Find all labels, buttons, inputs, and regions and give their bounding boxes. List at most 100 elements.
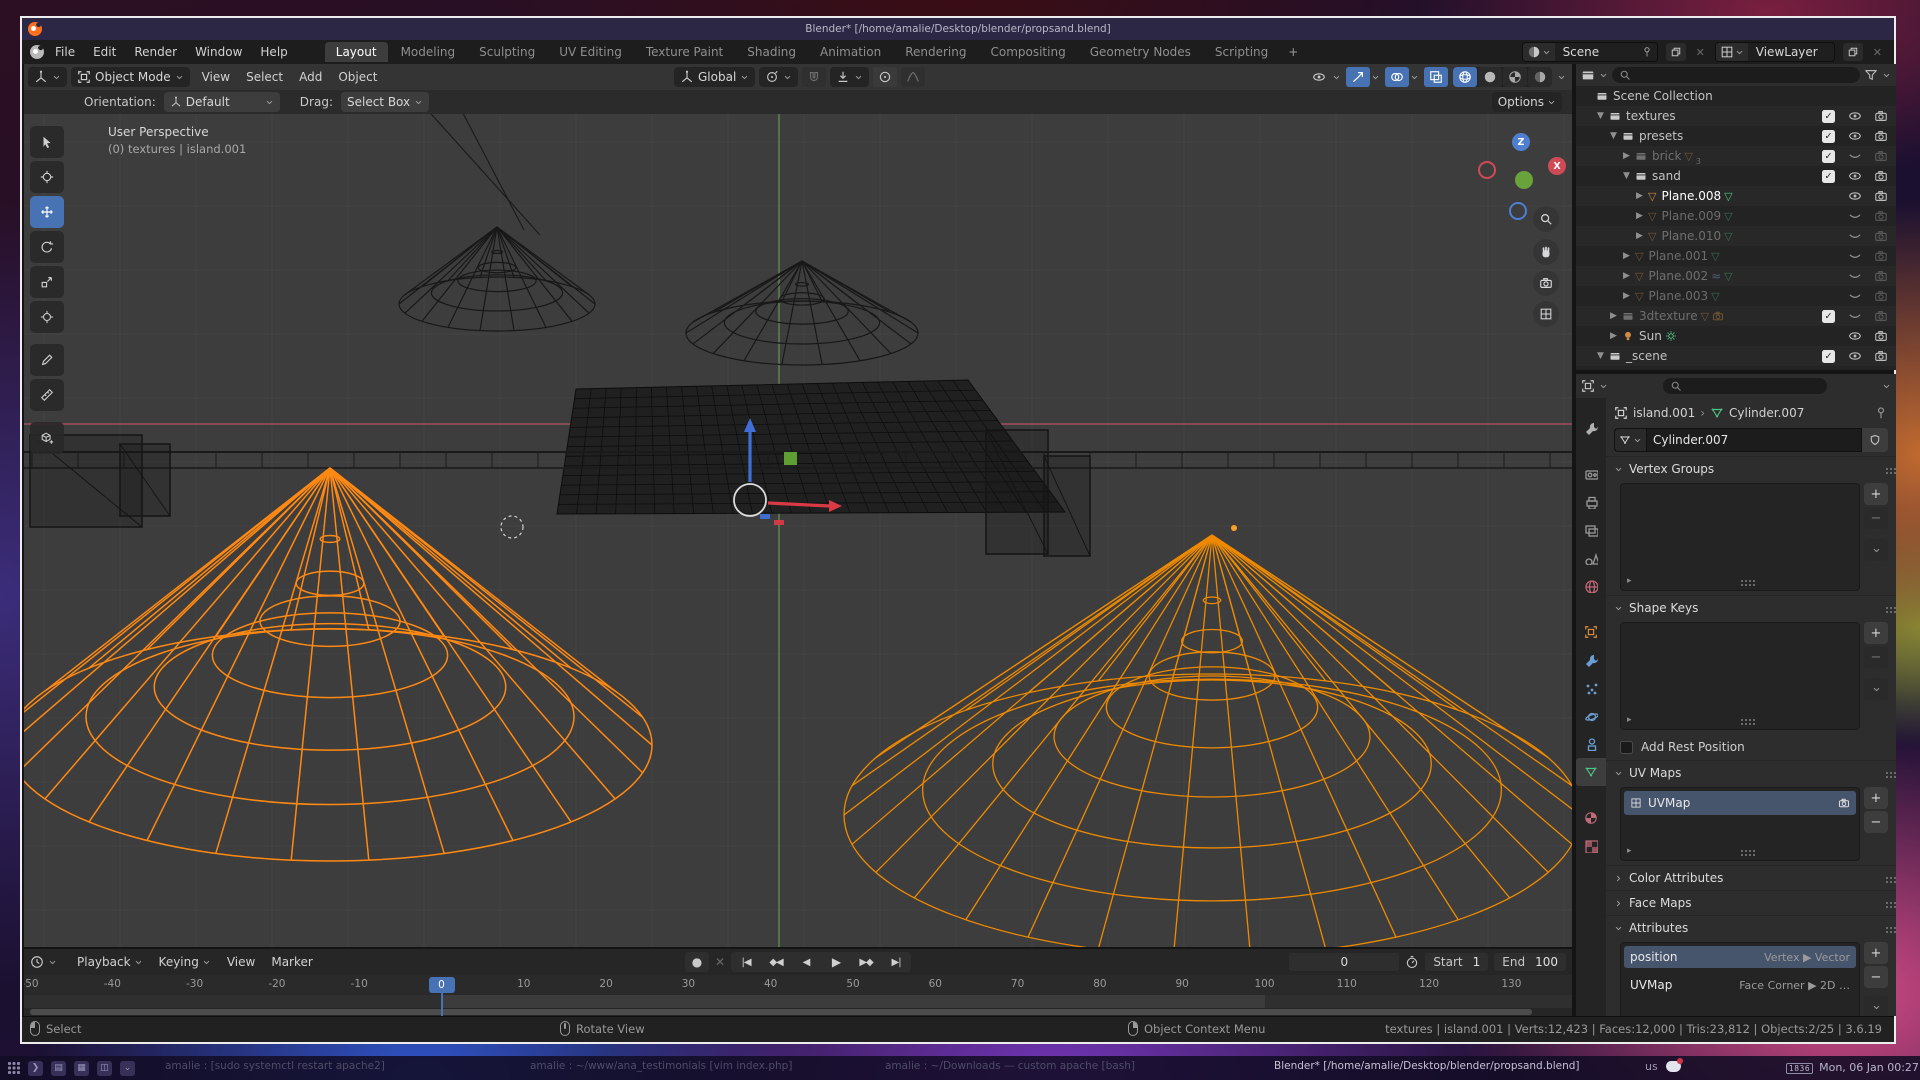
outliner-item-label[interactable]: Plane.002 — [1648, 269, 1708, 283]
panel-grip[interactable] — [1886, 468, 1888, 470]
expander-icon[interactable]: ▶ — [1634, 211, 1645, 221]
hide-eye-icon[interactable] — [1848, 129, 1862, 143]
expander-icon[interactable]: ▶ — [1634, 191, 1645, 201]
tab-material[interactable] — [1576, 804, 1606, 832]
disable-render-icon[interactable] — [1874, 249, 1888, 263]
expander-icon[interactable]: ▼ — [1595, 111, 1606, 121]
disable-render-icon[interactable] — [1874, 329, 1888, 343]
outliner-item-label[interactable]: textures — [1626, 109, 1676, 123]
outliner-item-label[interactable]: presets — [1639, 129, 1683, 143]
breadcrumb-object[interactable]: island.001 — [1633, 406, 1695, 420]
expander-icon[interactable]: ▶ — [1608, 311, 1619, 321]
uvmap-remove-button[interactable]: − — [1864, 811, 1888, 833]
outliner-editor-type-icon[interactable] — [1581, 68, 1595, 82]
transform-tool[interactable] — [30, 301, 64, 333]
workspace-tab-modeling[interactable]: Modeling — [390, 42, 467, 62]
gizmo-x-axis[interactable]: X — [1548, 157, 1566, 175]
attribute-specials-button[interactable] — [1864, 996, 1888, 1016]
outliner-editor-type-dropdown[interactable] — [1599, 71, 1608, 80]
hidden-eye-icon[interactable] — [1848, 249, 1862, 263]
current-frame-field[interactable]: 0 — [1289, 953, 1399, 971]
mode-selector[interactable]: Object Mode — [71, 67, 190, 87]
menu-file[interactable]: File — [46, 42, 84, 62]
timeline-menu-playback[interactable]: Playback — [69, 952, 151, 972]
tab-object-data[interactable] — [1576, 758, 1606, 786]
expander-icon[interactable]: ▼ — [1621, 171, 1632, 181]
expander-icon[interactable]: ▼ — [1595, 351, 1606, 361]
hide-eye-icon[interactable] — [1848, 329, 1862, 343]
vertex-groups-panel-header[interactable]: Vertex Groups — [1606, 456, 1896, 481]
workspace-tab-geometry-nodes[interactable]: Geometry Nodes — [1079, 42, 1202, 62]
pin-icon[interactable] — [1641, 46, 1653, 58]
timeline-menu-view[interactable]: View — [219, 952, 263, 972]
taskbar-icon-3[interactable]: ▦ — [74, 1061, 89, 1076]
menu-help[interactable]: Help — [251, 42, 296, 62]
workspace-tab-texture-paint[interactable]: Texture Paint — [635, 42, 734, 62]
frame-start-field[interactable]: Start1 — [1425, 953, 1488, 971]
disable-render-icon[interactable] — [1874, 309, 1888, 323]
properties-search-input[interactable] — [1663, 378, 1827, 394]
breadcrumb-data[interactable]: Cylinder.007 — [1729, 406, 1804, 420]
add-cube-tool[interactable] — [30, 422, 64, 454]
scene-name[interactable]: Scene — [1555, 45, 1641, 59]
frame-end-field[interactable]: End100 — [1494, 953, 1566, 971]
hide-eye-icon[interactable] — [1848, 109, 1862, 123]
outliner-item-label[interactable]: Plane.009 — [1661, 209, 1721, 223]
disable-render-icon[interactable] — [1874, 289, 1888, 303]
outliner-search-input[interactable] — [1612, 67, 1860, 83]
disable-render-icon[interactable] — [1874, 189, 1888, 203]
expand-arrow[interactable]: ▸ — [1627, 715, 1632, 725]
attributes-panel-header[interactable]: Attributes — [1606, 915, 1896, 940]
timeline-editor-type-icon[interactable] — [30, 955, 44, 969]
overlays-toggle[interactable] — [1385, 67, 1409, 87]
outliner-row--scene[interactable]: ▼_scene✓ — [1576, 346, 1896, 366]
pivot-point[interactable] — [759, 67, 798, 87]
menu-window[interactable]: Window — [186, 42, 251, 62]
hide-eye-icon[interactable] — [1848, 169, 1862, 183]
viewport-menu-view[interactable]: View — [194, 67, 238, 87]
expander-icon[interactable]: ▶ — [1621, 251, 1632, 261]
outliner-row-sand[interactable]: ▼sand✓ — [1576, 166, 1896, 186]
tab-render[interactable] — [1576, 460, 1606, 488]
tab-scene[interactable] — [1576, 544, 1606, 572]
shading-rendered-button[interactable] — [1528, 67, 1552, 87]
viewport-menu-add[interactable]: Add — [291, 67, 330, 87]
exclude-checkbox[interactable]: ✓ — [1822, 350, 1835, 363]
expander-icon[interactable]: ▶ — [1634, 231, 1645, 241]
overlays-dropdown[interactable] — [1410, 73, 1419, 82]
tab-object-constraints[interactable] — [1576, 730, 1606, 758]
prev-keyframe-button[interactable]: ◆◀ — [761, 952, 791, 972]
vgroup-specials-button[interactable] — [1864, 539, 1888, 561]
outliner-row-scene-collection[interactable]: Scene Collection — [1576, 86, 1896, 106]
scene-unlink-button[interactable]: ✕ — [1692, 46, 1709, 59]
disable-render-icon[interactable] — [1874, 129, 1888, 143]
outliner-item-label[interactable]: sand — [1652, 169, 1681, 183]
outliner-row-plane-008[interactable]: ▶▽Plane.008▽ — [1576, 186, 1896, 206]
taskbar-window-3[interactable]: Blender* [/home/amalie/Desktop/blender/p… — [1274, 1060, 1580, 1072]
disable-render-icon[interactable] — [1874, 229, 1888, 243]
outliner-row-plane-009[interactable]: ▶▽Plane.009▽ — [1576, 206, 1896, 226]
expand-arrow[interactable]: ▸ — [1627, 576, 1632, 586]
disable-render-icon[interactable] — [1874, 149, 1888, 163]
workspace-add-button[interactable]: + — [1281, 42, 1305, 62]
move-tool[interactable] — [30, 196, 64, 228]
scrollbar-thumb[interactable] — [30, 1009, 1532, 1015]
properties-options-dropdown[interactable] — [1882, 382, 1891, 391]
mesh-browse-button[interactable] — [1614, 428, 1646, 452]
vgroup-add-button[interactable]: + — [1864, 483, 1888, 505]
pan-button[interactable] — [1533, 239, 1559, 265]
shapekey-remove-button[interactable]: − — [1864, 646, 1888, 668]
viewlayer-new-button[interactable] — [1843, 43, 1863, 61]
rotate-tool[interactable] — [30, 231, 64, 263]
color-attributes-panel-header[interactable]: Color Attributes — [1606, 865, 1896, 890]
mesh-name-input[interactable] — [1646, 428, 1862, 452]
hide-eye-icon[interactable] — [1848, 349, 1862, 363]
camera-view-button[interactable] — [1533, 270, 1559, 296]
disable-render-icon[interactable] — [1874, 109, 1888, 123]
gizmo-y-axis[interactable] — [1515, 171, 1533, 189]
exclude-checkbox[interactable]: ✓ — [1822, 310, 1835, 323]
uv-maps-list[interactable]: UVMap ▸ — [1620, 787, 1860, 861]
orientation-dropdown[interactable]: Default — [164, 92, 280, 112]
workspace-tab-animation[interactable]: Animation — [809, 42, 892, 62]
hidden-eye-icon[interactable] — [1848, 229, 1862, 243]
